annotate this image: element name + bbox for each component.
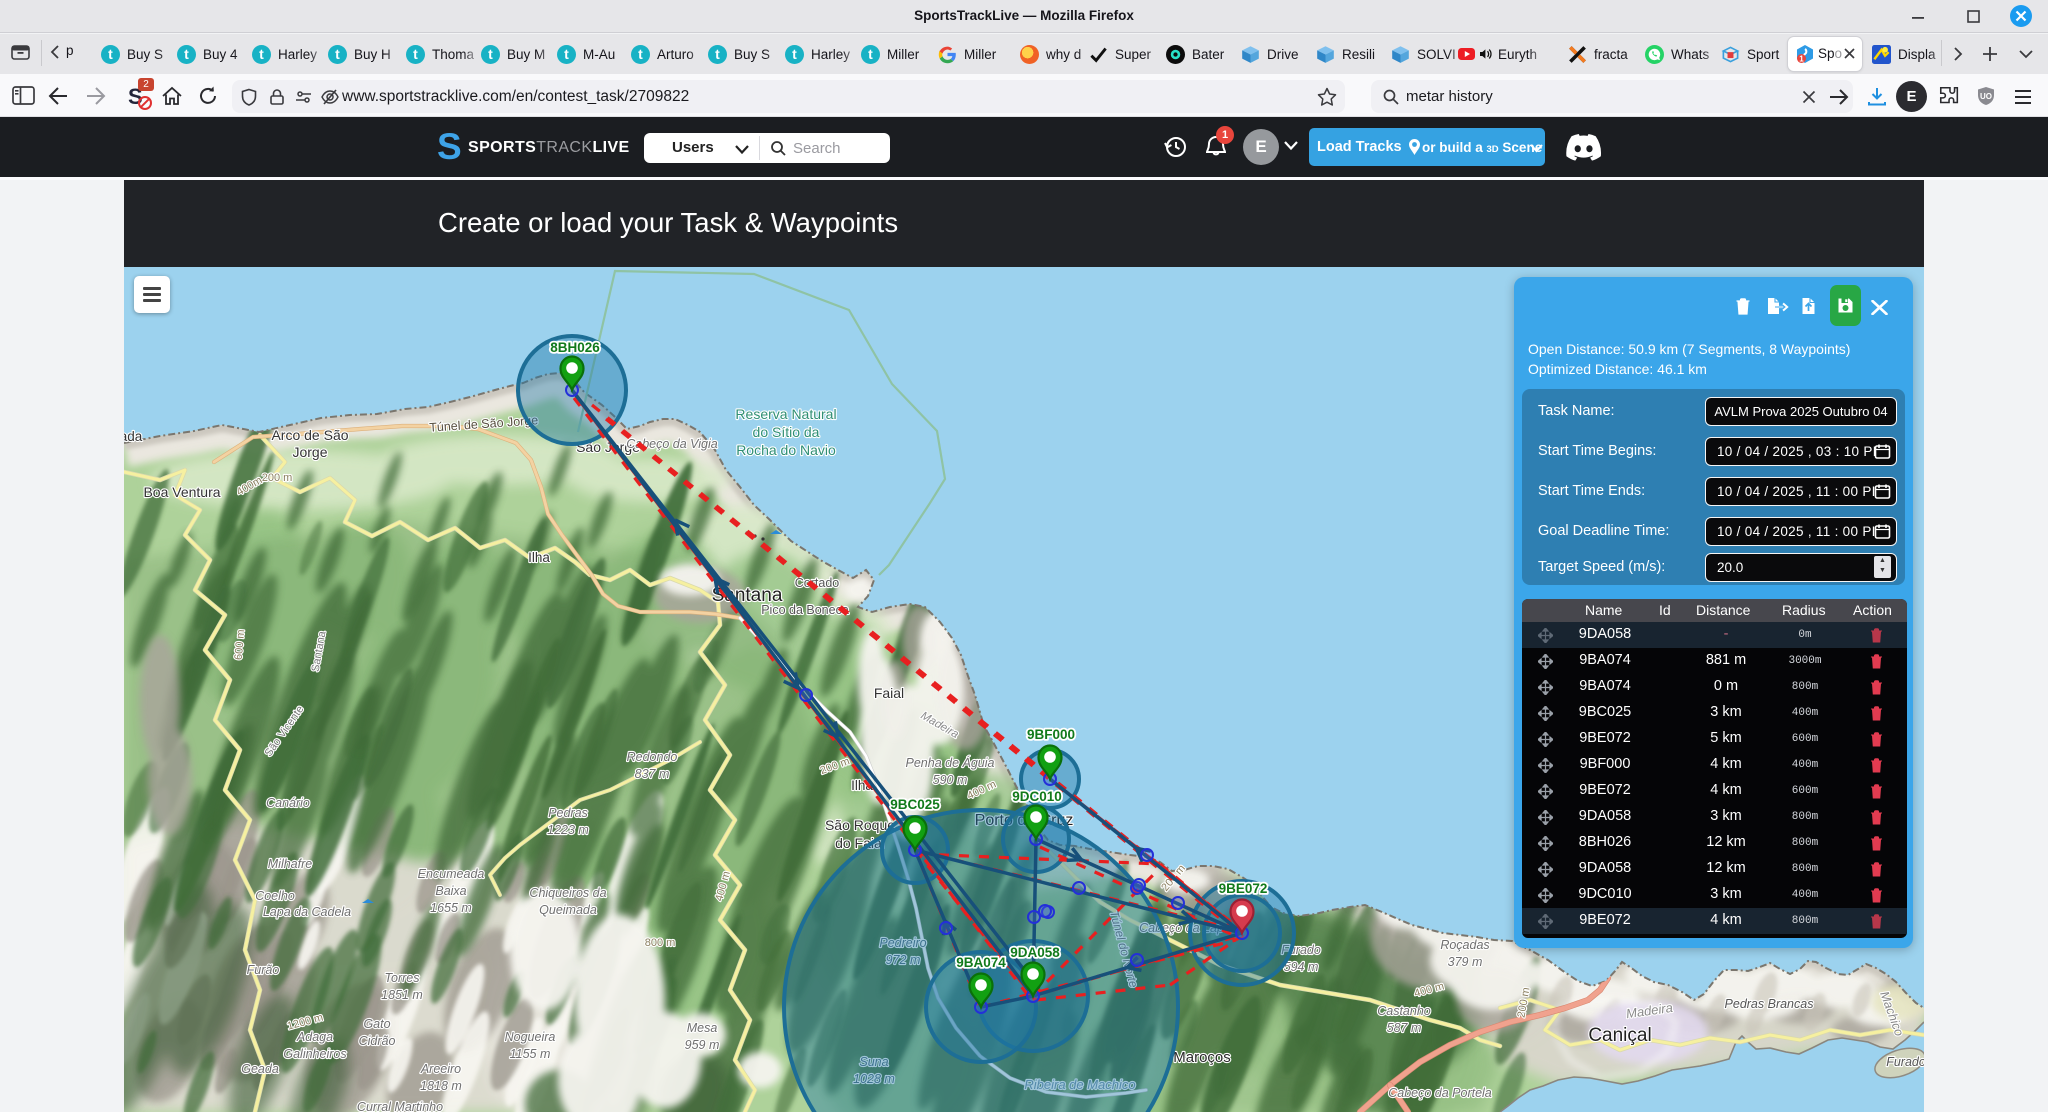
svg-text:1223 m: 1223 m [547, 823, 589, 837]
svg-text:ada: ada [124, 429, 143, 444]
svg-text:9BA074: 9BA074 [956, 955, 1006, 970]
svg-text:Baixa: Baixa [435, 884, 466, 898]
svg-text:Redondo: Redondo [627, 750, 678, 764]
svg-text:Pedras Brancas: Pedras Brancas [1725, 997, 1814, 1011]
svg-text:Coelho: Coelho [255, 889, 295, 903]
svg-text:Maroços: Maroços [1173, 1049, 1231, 1066]
svg-text:Pico da Boneca: Pico da Boneca [761, 603, 849, 617]
svg-text:800 m: 800 m [645, 937, 676, 949]
svg-text:Furado: Furado [1886, 1055, 1924, 1069]
svg-text:Adaga: Adaga [296, 1030, 333, 1044]
svg-text:São Roque: São Roque [825, 817, 895, 833]
svg-text:Geada: Geada [241, 1062, 279, 1076]
svg-text:Rocha do Navio: Rocha do Navio [736, 442, 836, 458]
svg-text:Lapa da Cadela: Lapa da Cadela [263, 905, 351, 919]
svg-text:do Sítio da: do Sítio da [753, 424, 820, 440]
svg-text:Milhafre: Milhafre [268, 857, 313, 871]
svg-text:Gato: Gato [363, 1017, 390, 1031]
svg-text:379 m: 379 m [1448, 955, 1483, 969]
svg-text:Castanho: Castanho [1377, 1004, 1431, 1018]
svg-text:Furão: Furão [247, 963, 280, 977]
svg-text:Penha de Águia: Penha de Águia [906, 755, 995, 770]
svg-text:UO: UO [1980, 92, 1992, 101]
svg-text:9DA058: 9DA058 [1010, 945, 1060, 960]
svg-text:Galinheiros: Galinheiros [283, 1047, 346, 1061]
svg-text:Reserva Natural: Reserva Natural [735, 406, 836, 422]
svg-text:9BC025: 9BC025 [890, 797, 940, 812]
svg-text:Queimada: Queimada [539, 903, 597, 917]
svg-text:Roçadas: Roçadas [1440, 938, 1489, 952]
svg-text:Torres: Torres [385, 971, 420, 985]
svg-text:Arco de São: Arco de São [271, 427, 348, 443]
svg-text:Curral Martinho: Curral Martinho [357, 1100, 443, 1112]
svg-text:9BE072: 9BE072 [1219, 881, 1268, 896]
svg-text:587 m: 587 m [1387, 1021, 1422, 1035]
svg-text:Chiqueiros da: Chiqueiros da [529, 886, 606, 900]
svg-text:Pedras: Pedras [548, 806, 588, 820]
svg-text:1155 m: 1155 m [510, 1047, 551, 1061]
svg-text:959 m: 959 m [685, 1038, 720, 1052]
svg-text:594 m: 594 m [1284, 960, 1319, 974]
svg-text:Areeiro: Areeiro [420, 1062, 461, 1076]
svg-text:Ilha: Ilha [528, 550, 550, 565]
svg-text:9BF000: 9BF000 [1027, 727, 1075, 742]
svg-text:1: 1 [1799, 55, 1804, 64]
svg-text:Mesa: Mesa [687, 1021, 718, 1035]
svg-text:Encumeada: Encumeada [418, 867, 485, 881]
svg-text:1655 m: 1655 m [430, 901, 472, 915]
svg-text:200 m: 200 m [262, 472, 293, 484]
svg-text:837 m: 837 m [635, 767, 670, 781]
svg-text:9DC010: 9DC010 [1012, 789, 1062, 804]
svg-text:Cabeço da Portela: Cabeço da Portela [1388, 1086, 1492, 1100]
svg-text:Faial: Faial [874, 685, 904, 701]
svg-text:Caniçal: Caniçal [1588, 1025, 1651, 1046]
svg-text:1818 m: 1818 m [420, 1079, 462, 1093]
svg-text:Boa Ventura: Boa Ventura [143, 484, 220, 500]
svg-text:Jorge: Jorge [292, 444, 327, 460]
svg-text:Nogueira: Nogueira [505, 1030, 556, 1044]
svg-text:1851 m: 1851 m [381, 988, 423, 1002]
svg-text:Cidrão: Cidrão [359, 1034, 396, 1048]
svg-text:Canário: Canário [266, 796, 310, 810]
svg-text:8BH026: 8BH026 [550, 340, 600, 355]
svg-text:590 m: 590 m [933, 773, 968, 787]
